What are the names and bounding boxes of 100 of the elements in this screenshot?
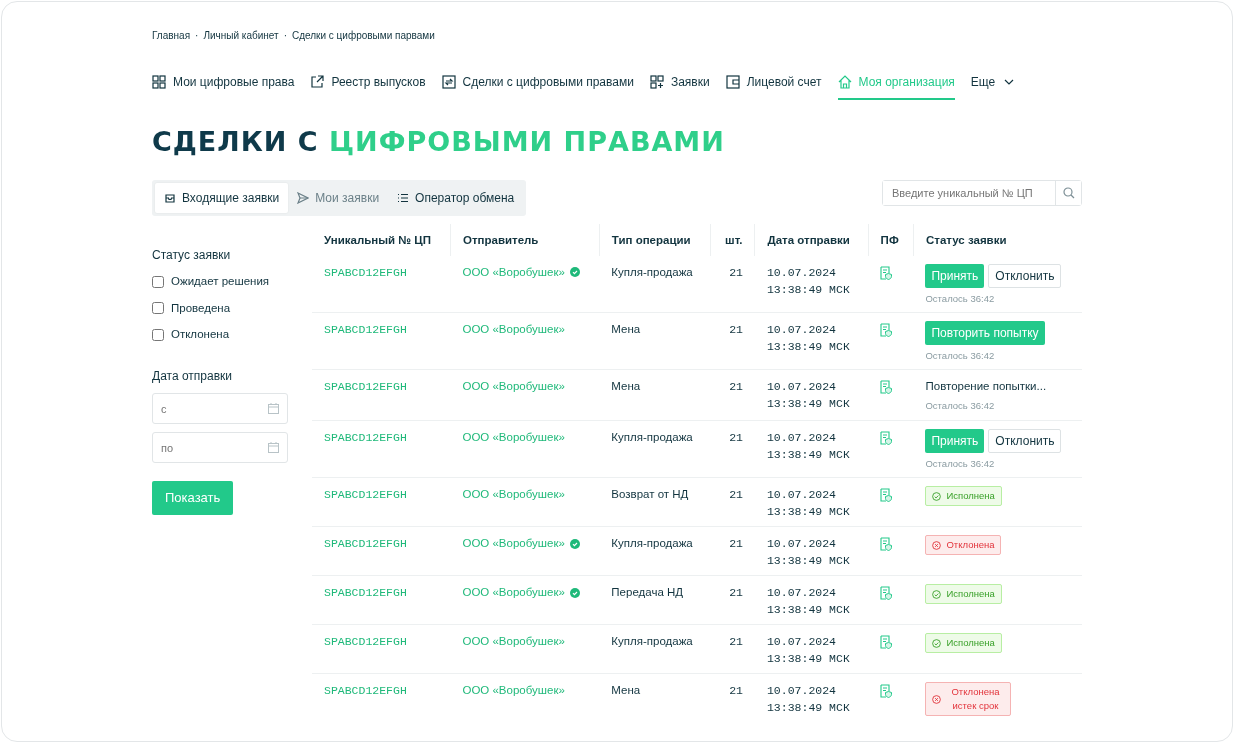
breadcrumb-separator: · [195,30,199,41]
nav-link[interactable]: Заявки [649,67,710,100]
operation-type: Возврат от НД [611,487,689,500]
sent-date: 10.07.2024 13:38:49 МСК [766,682,851,716]
breadcrumb-link[interactable]: Личный кабинет [203,30,279,41]
sender-link[interactable]: ООО «Воробушек» [462,485,565,504]
status-checkbox[interactable] [152,328,164,341]
quantity: 21 [729,585,743,599]
time-remaining: Осталось 36:42 [925,456,996,471]
grid-icon [152,75,166,89]
breadcrumb-separator: · [283,30,287,41]
document-shield-icon [880,322,893,337]
quantity: 21 [729,380,743,394]
nav-link[interactable]: Сделки с цифровыми правами [441,67,634,100]
tab[interactable]: Оператор обмена [388,183,524,214]
operation-type: Мена [611,322,641,335]
column-header: ПФ [868,224,914,256]
sender-link[interactable]: ООО «Воробушек» [462,263,565,281]
document-shield-icon [880,430,893,445]
operation-type: Купля-продажа [611,536,693,549]
sent-date: 10.07.2024 13:38:49 МСК [766,429,851,463]
asset-id[interactable]: SPABCD12EFGH [324,322,407,336]
sent-date: 10.07.2024 13:38:49 МСК [766,264,851,298]
time-remaining: Осталось 36:42 [925,399,996,414]
asset-id[interactable]: SPABCD12EFGH [324,683,407,697]
wallet-icon [725,75,740,89]
retry-button[interactable]: Повторить попытку [925,320,1045,345]
time-remaining: Осталось 36:42 [925,291,996,306]
reject-button[interactable]: Отклонить [988,263,1062,288]
document-shield-icon [880,487,893,502]
asset-id[interactable]: SPABCD12EFGH [324,585,407,599]
calendar-icon [268,403,279,415]
paper-plane-icon [297,192,310,205]
nav-link[interactable]: Моя организация [837,67,955,100]
nav-link[interactable]: Лицевой счет [725,67,822,100]
sender-link[interactable]: ООО «Воробушек» [462,632,565,651]
filter-heading: Дата отправки [152,368,233,386]
operation-type: Мена [611,683,641,696]
sender-link[interactable]: ООО «Воробушек» [462,681,565,700]
sent-date: 10.07.2024 13:38:49 МСК [766,633,851,667]
nav-link[interactable]: Мои цифровые права [152,67,295,100]
quantity: 21 [729,322,743,336]
tab[interactable]: Входящие заявки [155,183,289,214]
operation-type: Купля-продажа [611,634,693,647]
column-header: Уникальный № ЦП [312,224,451,256]
column-header: Тип операции [599,224,711,256]
nav-link[interactable]: Еще [970,67,1017,100]
sender-link[interactable]: ООО «Воробушек» [462,583,565,602]
sender-link[interactable]: ООО «Воробушек» [462,320,565,339]
search-icon [1062,187,1075,200]
quantity: 21 [729,536,743,550]
operation-type: Купля-продажа [611,265,693,278]
sender-link[interactable]: ООО «Воробушек» [462,378,565,396]
column-header: Статус заявки [913,224,1082,256]
status-badge: Исполнена [925,583,1002,605]
column-header: Отправитель [450,224,600,256]
reject-button[interactable]: Отклонить [988,428,1062,453]
sender-link[interactable]: ООО «Воробушек» [462,428,565,446]
grid-plus-icon [649,75,664,89]
checkbox-label: Проведена [171,300,231,316]
document-shield-icon [880,265,893,280]
asset-id[interactable]: SPABCD12EFGH [324,487,407,501]
calendar-icon [268,442,279,454]
show-button[interactable]: Показать [152,481,234,515]
status-text: Повторение попытки... [925,379,1048,395]
sent-date: 10.07.2024 13:38:49 МСК [766,321,851,355]
nav-link[interactable]: Реестр выпусков [310,67,426,100]
asset-id[interactable]: SPABCD12EFGH [324,430,407,444]
search-button[interactable] [1055,181,1081,206]
status-checkbox[interactable] [152,276,164,288]
sent-date: 10.07.2024 13:38:49 МСК [766,535,851,569]
operation-type: Передача НД [611,585,684,598]
external-link-icon [310,75,325,89]
document-shield-icon [880,683,893,698]
date-field[interactable]: по [152,432,288,464]
status-checkbox[interactable] [152,302,164,315]
accept-button[interactable]: Принять [925,263,985,288]
breadcrumb-link[interactable]: Главная [152,30,191,41]
document-shield-icon [880,634,893,649]
tab[interactable]: Мои заявки [288,183,389,214]
accept-button[interactable]: Принять [925,428,985,453]
asset-id[interactable]: SPABCD12EFGH [324,380,407,394]
asset-id[interactable]: SPABCD12EFGH [324,536,407,550]
document-shield-icon [880,380,893,395]
sent-date: 10.07.2024 13:38:49 МСК [766,584,851,618]
house-icon [837,75,852,89]
status-badge: Исполнена [925,485,1002,507]
breadcrumb-link[interactable]: Сделки с цифровыми парвами [292,30,435,41]
checkbox-label: Ожидает решения [171,274,270,290]
status-badge: Отклонена истек срок [925,681,1012,717]
quantity: 21 [729,487,743,501]
asset-id[interactable]: SPABCD12EFGH [324,265,407,279]
quantity: 21 [729,634,743,648]
asset-id[interactable]: SPABCD12EFGH [324,634,407,648]
document-shield-icon [880,536,893,551]
sender-link[interactable]: ООО «Воробушек» [462,534,565,553]
operation-type: Купля-продажа [611,430,693,443]
search-field[interactable]: Введите уникальный № ЦП [882,180,1082,207]
date-field[interactable]: с [152,393,288,425]
filter-heading: Статус заявки [152,247,232,265]
